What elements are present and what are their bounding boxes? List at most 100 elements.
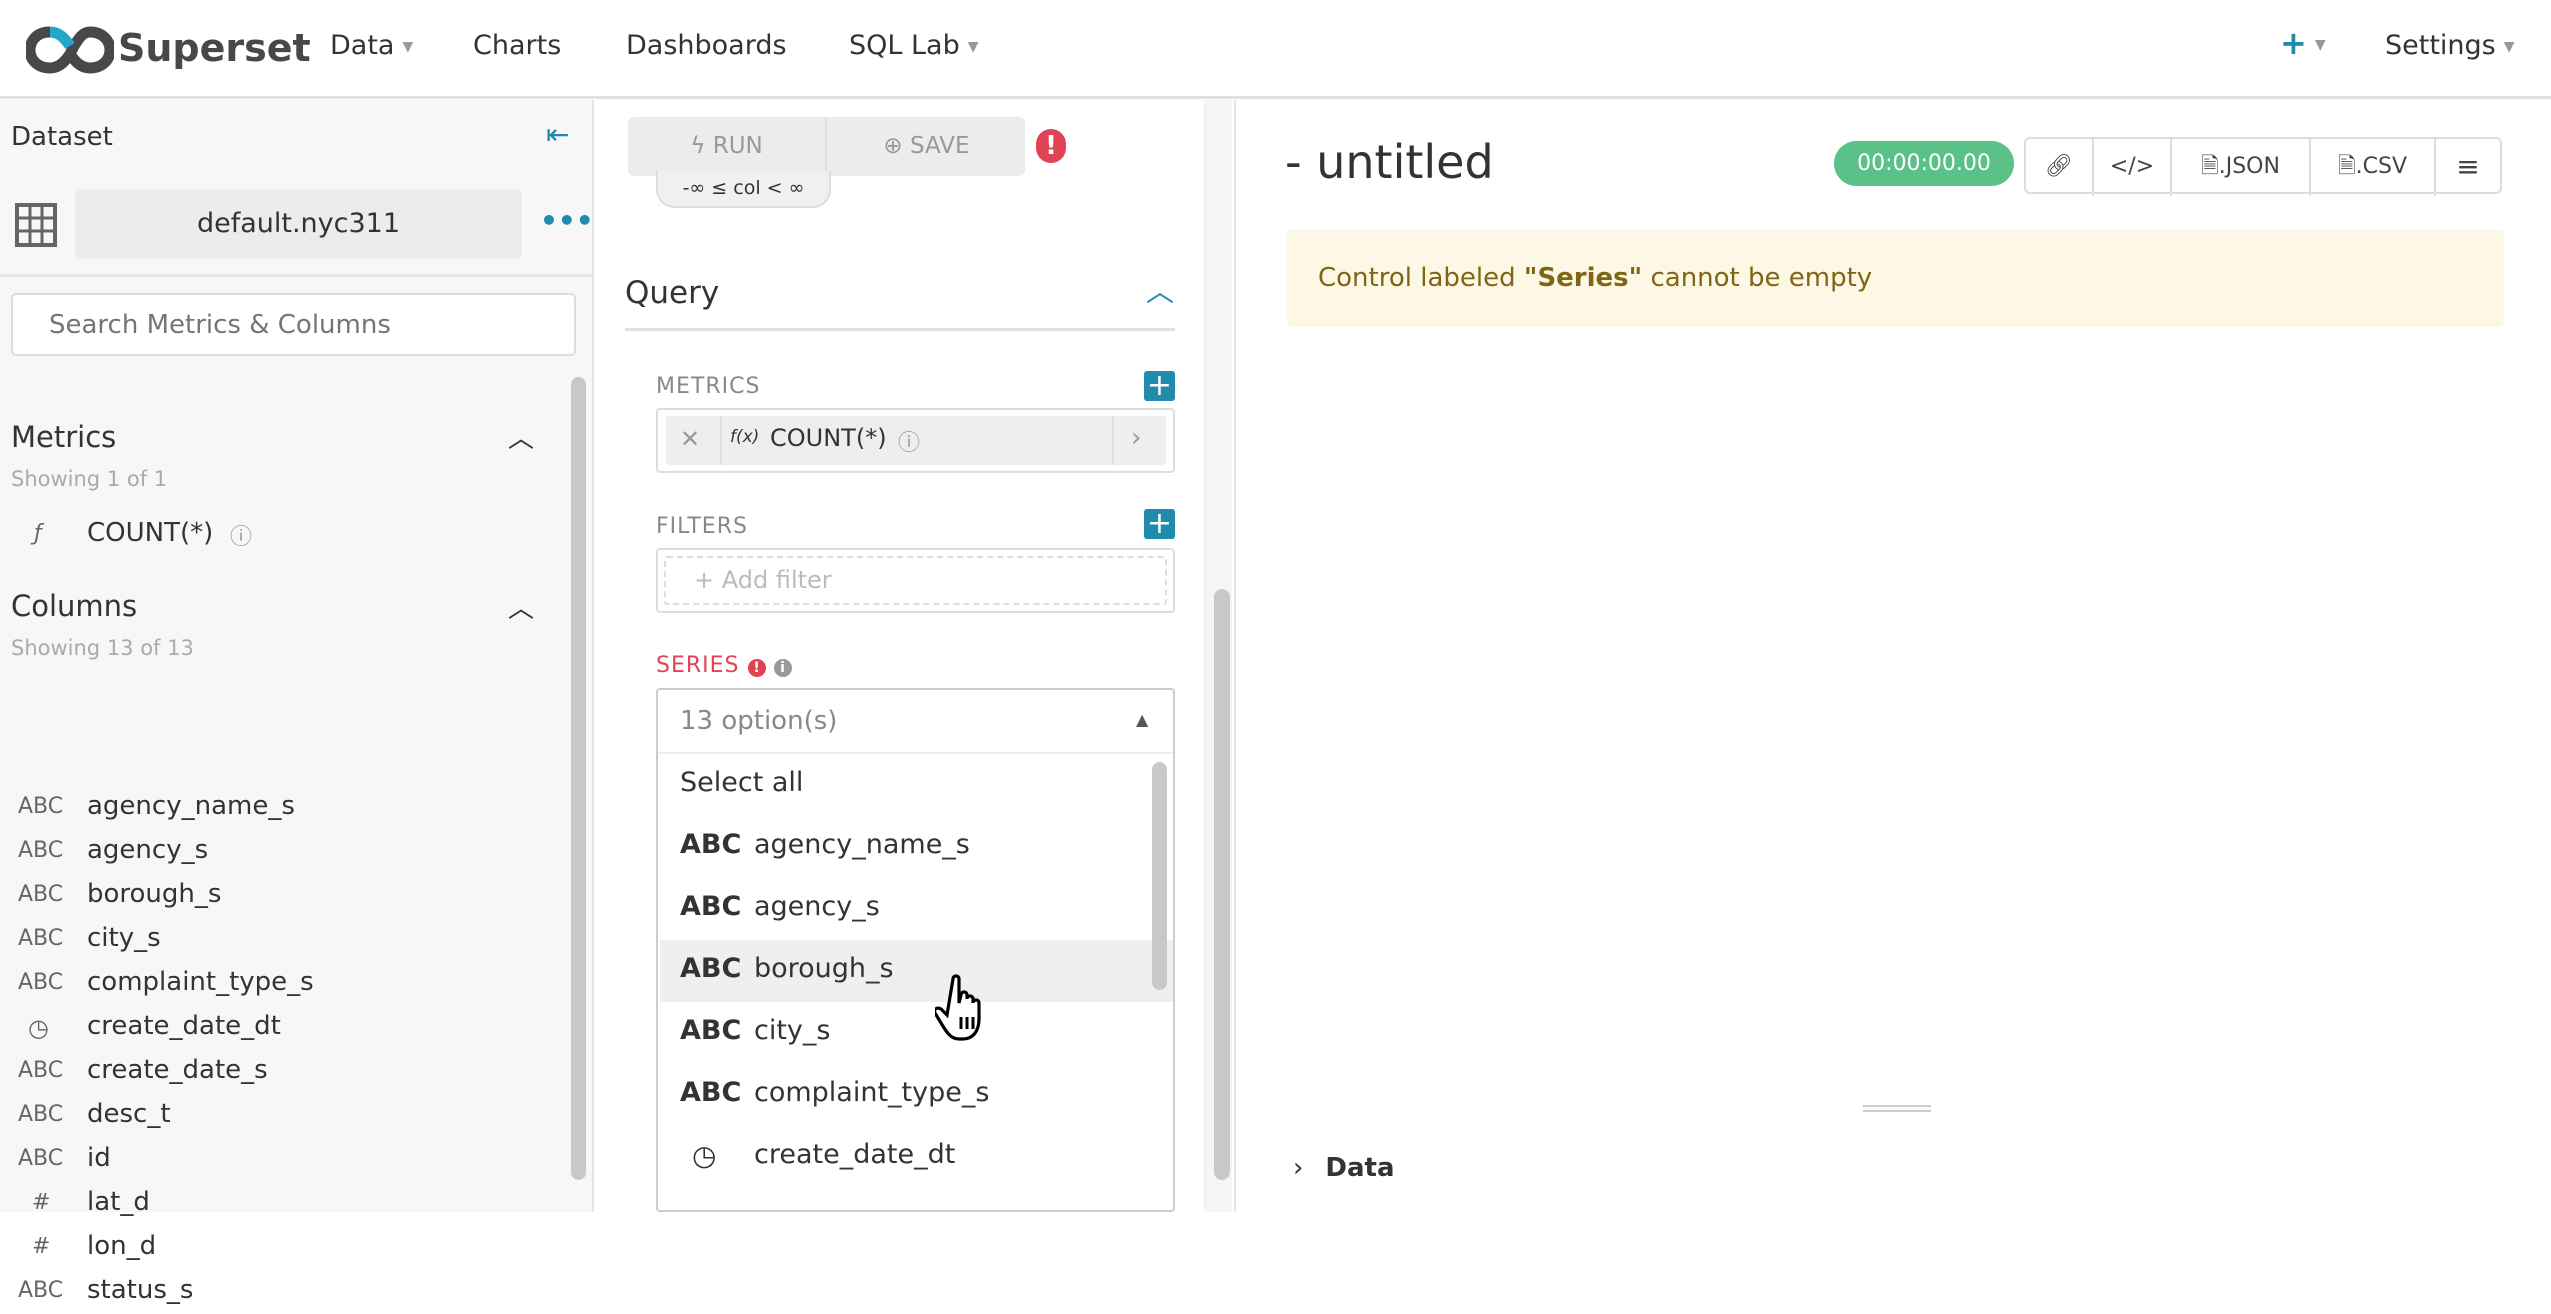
range-pill[interactable]: -∞ ≤ col < ∞ — [656, 171, 831, 208]
column-name: borough_s — [87, 879, 222, 909]
series-option[interactable]: ABC agency_name_s — [660, 816, 1173, 878]
top-navbar: Superset Data ▼ Charts Dashboards SQL Lab… — [0, 0, 2551, 99]
embed-code-icon[interactable]: </> — [2094, 139, 2172, 196]
column-item[interactable]: ABC id — [0, 1138, 560, 1182]
plus-circle-icon: ⊕ — [883, 133, 911, 159]
column-item[interactable]: ABC status_s — [0, 1270, 560, 1314]
search-metrics-columns-input[interactable] — [11, 293, 576, 356]
chevron-right-icon[interactable]: › — [1131, 423, 1141, 453]
metric-name: COUNT(*) — [87, 518, 214, 548]
remove-icon[interactable]: ✕ — [680, 425, 700, 453]
numeric-type-icon: # — [32, 1190, 51, 1215]
run-button[interactable]: ϟ RUN — [628, 117, 827, 176]
columns-count: Showing 13 of 13 — [11, 636, 194, 660]
column-item[interactable]: ABC city_s — [0, 918, 560, 962]
column-name: agency_s — [87, 835, 209, 865]
series-select-input[interactable]: 13 option(s) ▲ — [658, 690, 1173, 754]
nav-data[interactable]: Data ▼ — [330, 30, 413, 61]
select-all-option[interactable]: Select all — [660, 754, 1173, 816]
column-item[interactable]: ABC borough_s — [0, 874, 560, 918]
string-type-icon: ABC — [680, 1015, 742, 1046]
metric-item[interactable]: ƒ COUNT(*) ⓘ — [0, 513, 560, 557]
alert-bold: "Series" — [1523, 263, 1643, 293]
help-icon[interactable]: ⓘ — [230, 519, 252, 551]
dataset-panel: Dataset ⇤ default.nyc311 ••• Metrics ︿ S… — [0, 100, 594, 1305]
chevron-up-icon[interactable]: ︿ — [508, 418, 534, 455]
add-filter-plus-button[interactable]: + — [1144, 509, 1175, 539]
series-option[interactable]: ABC city_s — [660, 1002, 1173, 1064]
column-item[interactable]: # lon_d — [0, 1226, 560, 1270]
export-csv-button[interactable]: 🗎︎.CSV — [2311, 139, 2436, 196]
metric-tag[interactable]: ✕ f(x) COUNT(*) ⓘ › — [666, 416, 1166, 465]
function-icon: ƒ — [34, 521, 42, 546]
series-option[interactable]: ABC complaint_type_s — [660, 1064, 1173, 1126]
add-filter-button[interactable]: + Add filter — [664, 556, 1167, 605]
series-option[interactable]: ABC borough_s — [660, 940, 1173, 1002]
query-section-title[interactable]: Query — [625, 275, 719, 311]
column-item[interactable]: ABC desc_t — [0, 1094, 560, 1138]
series-select[interactable]: 13 option(s) ▲ Select all ABC agency_name_… — [656, 688, 1175, 1212]
divider — [625, 328, 1175, 331]
column-item[interactable]: ABC create_date_s — [0, 1050, 560, 1094]
copy-link-icon[interactable]: 🔗︎ — [2026, 139, 2094, 196]
column-item[interactable]: # lat_d — [0, 1182, 560, 1226]
chevron-up-icon[interactable]: ︿ — [1146, 270, 1174, 310]
nav-dashboards[interactable]: Dashboards — [626, 30, 787, 61]
divider — [1112, 416, 1114, 465]
chart-title[interactable]: - untitled — [1285, 135, 1494, 189]
column-item[interactable]: ABC complaint_type_s — [0, 962, 560, 1006]
dataset-more-icon[interactable]: ••• — [540, 204, 594, 237]
series-placeholder: 13 option(s) — [680, 706, 838, 736]
column-item[interactable]: ABC agency_s — [0, 830, 560, 874]
resize-handle[interactable] — [1863, 1105, 1931, 1112]
column-item[interactable]: ◷ create_date_dt — [0, 1006, 560, 1050]
chart-actions: 🔗︎ </> 🗎︎.JSON 🗎︎.CSV ≡ — [2024, 137, 2502, 196]
chevron-right-icon: › — [1293, 1153, 1304, 1183]
option-label: city_s — [754, 1015, 831, 1046]
superset-logo[interactable]: Superset — [24, 24, 311, 76]
caret-down-icon: ▼ — [967, 38, 979, 55]
column-name: lat_d — [87, 1187, 150, 1217]
nav-charts[interactable]: Charts — [473, 30, 561, 61]
infinity-logo-icon — [24, 26, 116, 74]
series-option[interactable]: ABC agency_s — [660, 878, 1173, 940]
nav-sql-lab-label: SQL Lab — [849, 30, 960, 61]
export-json-button[interactable]: 🗎︎.JSON — [2172, 139, 2311, 196]
caret-down-icon: ▼ — [2314, 37, 2326, 53]
scrollbar[interactable] — [1214, 589, 1230, 1180]
metric-label: COUNT(*) — [770, 424, 887, 452]
column-item[interactable]: ABC agency_name_s — [0, 786, 560, 830]
string-type-icon: ABC — [18, 882, 64, 907]
dropdown-scrollbar[interactable] — [1152, 762, 1167, 990]
add-new-button[interactable]: + ▼ — [2280, 24, 2326, 62]
caret-up-icon: ▲ — [1136, 710, 1149, 729]
data-section-toggle[interactable]: › Data — [1293, 1153, 1395, 1183]
add-metric-button[interactable]: + — [1144, 371, 1175, 401]
info-icon[interactable]: i — [773, 659, 792, 677]
caret-down-icon: ▼ — [2503, 38, 2515, 55]
nav-sql-lab[interactable]: SQL Lab ▼ — [849, 30, 979, 61]
filters-label: FILTERS — [656, 514, 748, 539]
metrics-count: Showing 1 of 1 — [11, 467, 168, 491]
run-label: RUN — [712, 133, 763, 159]
settings-menu[interactable]: Settings ▼ — [2385, 30, 2515, 61]
string-type-icon: ABC — [18, 794, 64, 819]
option-label: borough_s — [754, 953, 894, 984]
more-menu-icon[interactable]: ≡ — [2436, 139, 2500, 196]
query-timer: 00:00:00.00 — [1834, 141, 2014, 186]
option-label: agency_name_s — [754, 829, 970, 860]
bolt-icon: ϟ — [690, 133, 713, 159]
option-label: Select all — [680, 767, 804, 798]
collapse-panel-icon[interactable]: ⇤ — [546, 118, 569, 151]
column-name: city_s — [87, 923, 161, 953]
scrollbar[interactable] — [571, 377, 586, 1180]
dataset-name[interactable]: default.nyc311 — [75, 189, 522, 259]
chart-panel: - untitled 00:00:00.00 🔗︎ </> 🗎︎.JSON 🗎︎… — [1238, 100, 2551, 1212]
series-option[interactable]: ◷ create_date_dt — [660, 1126, 1173, 1188]
columns-heading: Columns — [11, 589, 138, 623]
help-icon[interactable]: ⓘ — [898, 425, 920, 457]
save-button[interactable]: ⊕ SAVE — [828, 117, 1025, 176]
clock-icon: ◷ — [28, 1014, 49, 1042]
brand-name: Superset — [118, 26, 311, 70]
chevron-up-icon[interactable]: ︿ — [508, 588, 534, 625]
